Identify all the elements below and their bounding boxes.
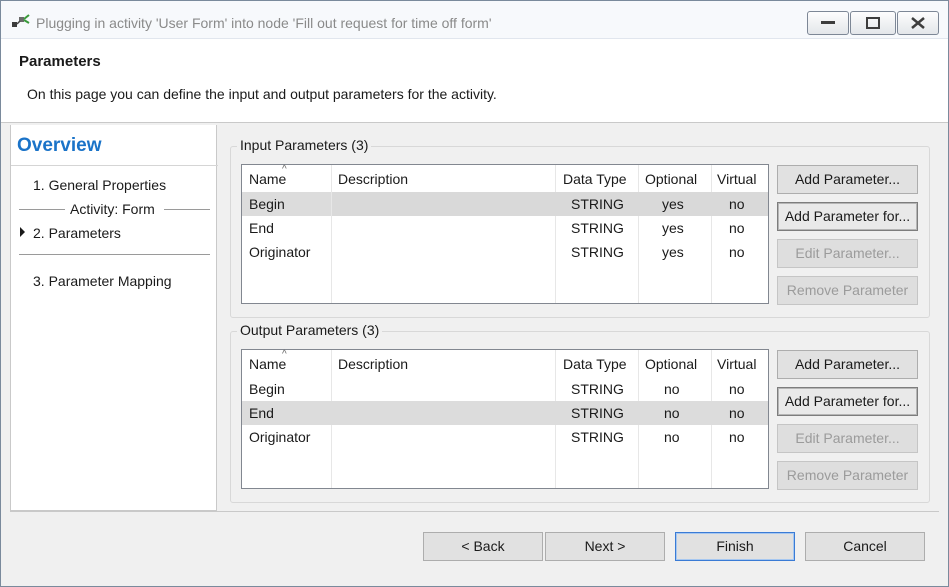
divider [11, 165, 218, 166]
column-header-name[interactable]: Name [249, 171, 286, 187]
input-parameters-table[interactable]: Name ^ Description Data Type Optional Vi… [241, 164, 769, 304]
column-header-data-type[interactable]: Data Type [563, 171, 627, 187]
page-title: Parameters [19, 53, 101, 70]
column-header-optional[interactable]: Optional [645, 171, 697, 187]
sort-ascending-icon: ^ [282, 349, 287, 360]
parameters-panel: Input Parameters (3) Name ^ Description … [218, 125, 939, 511]
table-row[interactable]: Begin STRING yes no [242, 192, 768, 216]
table-row[interactable]: Originator STRING no no [242, 425, 768, 449]
back-button[interactable]: < Back [423, 532, 543, 561]
current-step-arrow-icon [20, 227, 25, 237]
window-title: Plugging in activity 'User Form' into no… [36, 15, 492, 31]
wizard-window: Plugging in activity 'User Form' into no… [0, 0, 949, 587]
maximize-icon [866, 17, 880, 29]
output-parameters-group: Output Parameters (3) Name ^ Description… [230, 322, 930, 503]
activity-label: Activity: Form [70, 201, 155, 217]
column-header-optional[interactable]: Optional [645, 356, 697, 372]
minimize-icon [821, 21, 835, 24]
wizard-header: Parameters On this page you can define t… [1, 39, 948, 123]
nav-item-parameters[interactable]: 2. Parameters [33, 225, 121, 241]
table-row[interactable]: End STRING yes no [242, 216, 768, 240]
add-parameter-for-button[interactable]: Add Parameter for... [777, 202, 918, 231]
nav-separator-activity: Activity: Form [19, 201, 210, 217]
input-parameters-label: Input Parameters (3) [237, 137, 372, 153]
column-header-virtual[interactable]: Virtual [717, 171, 756, 187]
add-parameter-button[interactable]: Add Parameter... [777, 165, 918, 194]
overview-title: Overview [17, 135, 102, 156]
close-button[interactable] [897, 11, 939, 35]
column-header-virtual[interactable]: Virtual [717, 356, 756, 372]
divider [19, 254, 210, 255]
wizard-footer: < Back Next > Finish Cancel [10, 511, 939, 579]
column-header-name[interactable]: Name [249, 356, 286, 372]
input-parameters-group: Input Parameters (3) Name ^ Description … [230, 137, 930, 318]
add-parameter-for-button[interactable]: Add Parameter for... [777, 387, 918, 416]
column-header-description[interactable]: Description [338, 171, 408, 187]
next-button[interactable]: Next > [545, 532, 665, 561]
plug-activity-icon [11, 13, 31, 29]
add-parameter-button[interactable]: Add Parameter... [777, 350, 918, 379]
nav-item-parameter-mapping[interactable]: 3. Parameter Mapping [33, 273, 172, 289]
page-description: On this page you can define the input an… [27, 86, 497, 102]
column-header-data-type[interactable]: Data Type [563, 356, 627, 372]
remove-parameter-button[interactable]: Remove Parameter [777, 461, 918, 490]
title-bar: Plugging in activity 'User Form' into no… [1, 1, 948, 39]
cancel-button[interactable]: Cancel [805, 532, 925, 561]
finish-button[interactable]: Finish [675, 532, 795, 561]
output-parameters-table[interactable]: Name ^ Description Data Type Optional Vi… [241, 349, 769, 489]
close-icon [911, 17, 925, 29]
output-parameters-label: Output Parameters (3) [237, 322, 383, 338]
column-header-description[interactable]: Description [338, 356, 408, 372]
nav-item-general-properties[interactable]: 1. General Properties [33, 177, 166, 193]
sort-ascending-icon: ^ [282, 164, 287, 175]
table-row[interactable]: Begin STRING no no [242, 377, 768, 401]
overview-panel: Overview 1. General Properties Activity:… [10, 125, 218, 511]
maximize-button[interactable] [850, 11, 896, 35]
table-row[interactable]: Originator STRING yes no [242, 240, 768, 264]
edit-parameter-button[interactable]: Edit Parameter... [777, 239, 918, 268]
table-row[interactable]: End STRING no no [242, 401, 768, 425]
remove-parameter-button[interactable]: Remove Parameter [777, 276, 918, 305]
minimize-button[interactable] [807, 11, 849, 35]
edit-parameter-button[interactable]: Edit Parameter... [777, 424, 918, 453]
